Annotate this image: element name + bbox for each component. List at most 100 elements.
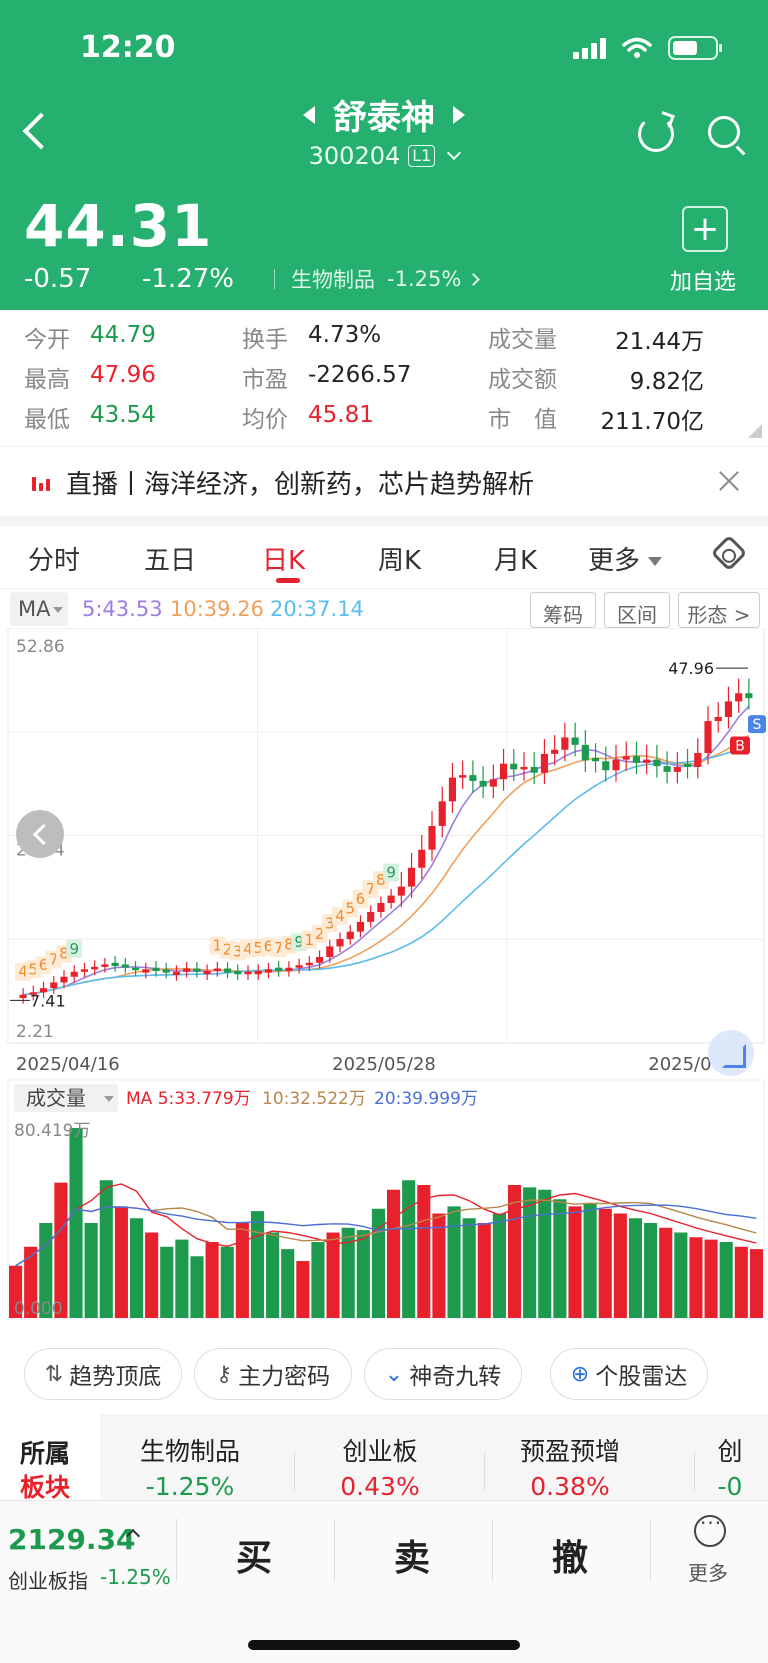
candle (183, 968, 191, 972)
range-button[interactable]: 区间 (604, 592, 670, 628)
buy-marker-text: B (735, 738, 745, 754)
candle (428, 825, 436, 850)
tab-monthly-k[interactable]: 月K (494, 540, 537, 577)
candle (673, 766, 681, 772)
bottom-trade-bar: 2129.34 创业板指 -1.25% 买 卖 撤 更多 (0, 1500, 768, 1663)
sell-button[interactable]: 卖 (372, 1529, 452, 1581)
candle (172, 971, 181, 976)
quote-label: 市 值 (488, 407, 557, 433)
expand-quotes-icon[interactable] (748, 424, 762, 438)
candle (131, 967, 140, 971)
more-label[interactable]: 更多 (688, 1557, 728, 1586)
quote-label: 今开 (24, 327, 70, 353)
quote-grid: 今开 44.79 最高 47.96 最低 43.54 换手 4.73% 市盈 -… (0, 310, 768, 444)
quote-label: 换手 (242, 327, 288, 353)
tab-more[interactable]: 更多 (588, 540, 663, 577)
quote-value-pe: -2266.57 (308, 362, 412, 388)
scroll-left-icon[interactable] (16, 810, 64, 858)
sector-item[interactable]: 预盈预增 0.38% (480, 1414, 660, 1501)
quote-label: 最低 (24, 407, 70, 433)
divider (650, 1519, 651, 1581)
fullscreen-icon[interactable] (708, 1030, 754, 1076)
pattern-button[interactable]: 形态 > (678, 592, 760, 628)
tab-daily-k[interactable]: 日K (262, 540, 305, 577)
seq-label: 9 (69, 940, 79, 958)
sector-item-name: 创 (717, 1437, 743, 1466)
next-stock-icon[interactable] (453, 105, 465, 124)
main-force-chip[interactable]: ⚷ 主力密码 (194, 1348, 352, 1400)
kline-chart[interactable]: 456789123456789123456789 52.8627.542.214… (0, 627, 768, 1328)
zigzag-icon: ⌄ (384, 1361, 404, 1387)
index-value[interactable]: 2129.34 (8, 1523, 136, 1556)
sector-item-name: 创业板 (342, 1437, 418, 1466)
add-watchlist-label[interactable]: 加自选 (670, 264, 736, 296)
candle (571, 737, 579, 745)
tab-intraday[interactable]: 分时 (28, 540, 80, 577)
trend-chip[interactable]: ⇅ 趋势顶底 (24, 1348, 182, 1400)
volume-bar (734, 1246, 748, 1318)
candle (121, 964, 129, 968)
active-tab-indicator (276, 578, 300, 583)
quote-label: 成交额 (488, 367, 557, 393)
tab-weekly-k[interactable]: 周K (378, 540, 421, 577)
ma-selector[interactable]: MA (10, 592, 68, 626)
sector-item[interactable]: 生物制品 -1.25% (100, 1414, 280, 1501)
ma20-value: 20:37.14 (270, 597, 364, 621)
candle (489, 779, 497, 787)
sector-item[interactable]: 创 -0 (700, 1414, 760, 1501)
volume-bar (719, 1242, 733, 1318)
ma10-value: 10:39.26 (170, 597, 264, 621)
close-icon[interactable] (718, 470, 740, 492)
radar-chip[interactable]: ⊕ 个股雷达 (550, 1348, 708, 1400)
prev-stock-icon[interactable] (303, 105, 315, 124)
nine-turn-chip[interactable]: ⌄ 神奇九转 (364, 1348, 522, 1400)
quote-label: 成交量 (488, 327, 557, 353)
divider (0, 446, 768, 447)
volume-bar (296, 1261, 310, 1318)
volume-bar (326, 1232, 340, 1318)
candle (387, 895, 395, 903)
chips-button[interactable]: 筹码 (530, 592, 596, 628)
quote-value-avg: 45.81 (308, 402, 374, 428)
candle (223, 968, 232, 973)
cancel-order-button[interactable]: 撤 (530, 1529, 610, 1581)
candle (397, 886, 405, 896)
candle (745, 693, 753, 699)
quote-value-amount: 9.82亿 (629, 369, 704, 395)
add-watchlist-button[interactable]: + (682, 206, 728, 252)
vol-ma10-label: 10:32.522万 (262, 1089, 366, 1109)
candle (632, 756, 641, 763)
volume-axis-top: 80.419万 (14, 1121, 90, 1141)
candle (704, 721, 712, 754)
price-axis-top: 52.86 (16, 637, 65, 657)
wifi-icon (622, 37, 652, 58)
candle (643, 759, 651, 763)
kline-svg[interactable]: 456789123456789123456789 52.8627.542.214… (0, 627, 768, 1328)
sector-item-name: 生物制品 (139, 1437, 240, 1466)
sector-item[interactable]: 创业板 0.43% (290, 1414, 470, 1501)
candle (602, 761, 610, 771)
more-icon[interactable] (694, 1511, 726, 1547)
candle (469, 775, 477, 781)
sector-strip-label: 所属 板块 (0, 1414, 100, 1502)
candle (19, 994, 27, 999)
buy-button[interactable]: 买 (214, 1529, 294, 1581)
live-banner[interactable]: 直播丨海洋经济，创新药，芯片趋势解析 (0, 448, 768, 516)
candle (653, 759, 661, 767)
price-axis-bottom: 2.21 (16, 1022, 54, 1042)
tool-chips: ⇅ 趋势顶底 ⚷ 主力密码 ⌄ 神奇九转 ⊕ 个股雷达 (0, 1348, 768, 1404)
volume-bar (749, 1249, 763, 1318)
chart-tabs: 分时 五日 日K 周K 月K 更多 (0, 526, 768, 590)
candle (724, 701, 733, 717)
current-price: 44.31 (24, 192, 213, 260)
signal-icon (573, 37, 606, 59)
sector-link[interactable]: 生物制品 (291, 264, 375, 294)
candle (551, 749, 559, 754)
status-time: 12:20 (80, 30, 176, 65)
refresh-icon[interactable] (638, 116, 674, 152)
tab-five-day[interactable]: 五日 (144, 540, 196, 577)
candle (152, 967, 160, 971)
divider (694, 1452, 695, 1490)
search-icon[interactable] (708, 116, 740, 148)
vol-ma20-label: 20:39.999万 (374, 1089, 478, 1109)
